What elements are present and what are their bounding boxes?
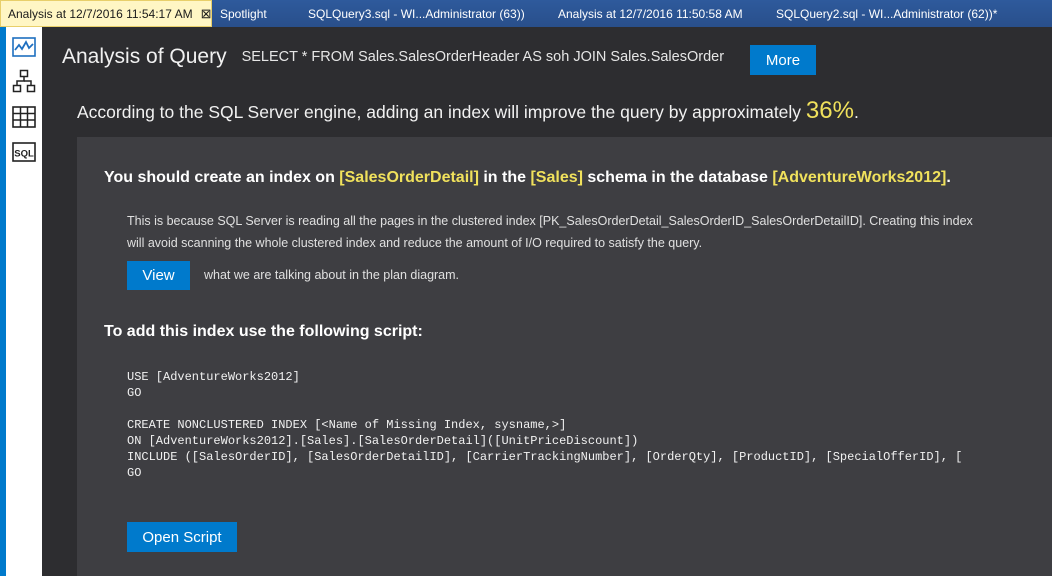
index-suggestion-heading: You should create an index on [SalesOrde… (104, 169, 951, 187)
tab-label: SQLQuery2.sql - WI...Administrator (62))… (776, 6, 998, 21)
suggestion-database: [AdventureWorks2012] (772, 169, 947, 186)
open-script-button[interactable]: Open Script (127, 522, 237, 552)
sql-icon[interactable]: SQL (11, 140, 37, 164)
tab-analysis-115417[interactable]: Analysis at 12/7/2016 11:54:17 AM ⊠ (0, 0, 212, 27)
view-note: what we are talking about in the plan di… (204, 268, 460, 282)
suggestion-middle: in the (478, 169, 531, 186)
suggestion-table: [SalesOrderDetail] (339, 169, 479, 186)
tab-label: SQLQuery3.sql - WI...Administrator (63)) (308, 6, 525, 21)
tab-label: Analysis at 12/7/2016 11:50:58 AM (558, 6, 743, 21)
tab-spotlight[interactable]: Spotlight (212, 0, 300, 27)
improvement-percent: 36% (805, 97, 854, 124)
index-suggestion-panel: You should create an index on [SalesOrde… (77, 137, 1052, 576)
analysis-pane: Analysis of Query SELECT * FROM Sales.Sa… (42, 27, 1052, 576)
tab-sqlquery3[interactable]: SQLQuery3.sql - WI...Administrator (63)) (300, 0, 550, 27)
left-toolbar: SQL (0, 27, 42, 576)
suggestion-suffix: . (946, 169, 951, 186)
sql-icon-label: SQL (14, 149, 34, 160)
suggestion-middle2: schema in the database (582, 169, 773, 186)
tab-sqlquery2[interactable]: SQLQuery2.sql - WI...Administrator (62))… (768, 0, 1036, 27)
tab-analysis-115058[interactable]: Analysis at 12/7/2016 11:50:58 AM (550, 0, 768, 27)
tab-label: Analysis at 12/7/2016 11:54:17 AM (8, 6, 193, 21)
tab-label: Spotlight (220, 6, 267, 21)
index-script-code: USE [AdventureWorks2012] GO CREATE NONCL… (127, 370, 963, 480)
hierarchy-icon[interactable] (11, 69, 37, 93)
page-title: Analysis of Query (62, 45, 227, 68)
improvement-suffix: . (853, 102, 859, 122)
analysis-header: Analysis of Query SELECT * FROM Sales.Sa… (62, 45, 724, 69)
close-icon[interactable]: ⊠ (201, 6, 212, 22)
more-button[interactable]: More (750, 45, 816, 75)
improvement-summary: According to the SQL Server engine, addi… (77, 97, 859, 125)
improvement-text: According to the SQL Server engine, addi… (77, 102, 806, 122)
table-grid-icon[interactable] (11, 105, 37, 129)
query-text: SELECT * FROM Sales.SalesOrderHeader AS … (241, 49, 725, 65)
suggestion-reason: This is because SQL Server is reading al… (127, 214, 973, 250)
activity-chart-icon[interactable] (11, 35, 37, 59)
suggestion-prefix: You should create an index on (104, 169, 340, 186)
view-button[interactable]: View (127, 261, 190, 290)
suggestion-schema: [Sales] (530, 169, 583, 186)
document-tab-bar: Analysis at 12/7/2016 11:54:17 AM ⊠ Spot… (0, 0, 1052, 27)
script-heading: To add this index use the following scri… (104, 323, 423, 340)
